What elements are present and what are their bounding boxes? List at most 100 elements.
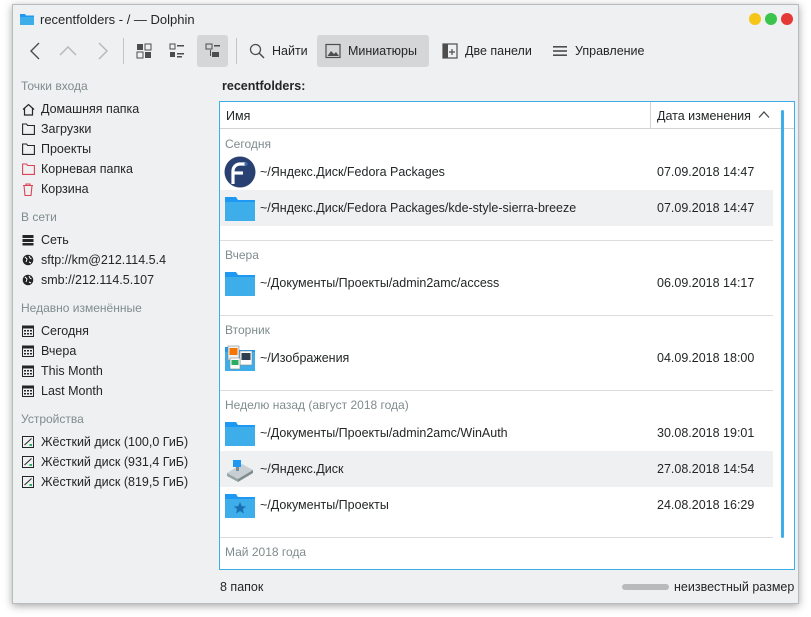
network-section-header: В сети: [21, 210, 57, 224]
calendar-icon: [21, 364, 35, 378]
maximize-button[interactable]: [765, 13, 777, 25]
details-view-button[interactable]: [197, 35, 228, 67]
file-date: 24.08.2018 16:29: [657, 498, 755, 512]
list-item[interactable]: ~/Документы/Проекты 24.08.2018 16:29: [220, 487, 773, 523]
group-divider: [220, 315, 773, 316]
file-name: ~/Яндекс.Диск: [260, 462, 344, 476]
file-view[interactable]: Имя Дата изменения Сегодня ~/Яндекс.Диск…: [219, 101, 795, 570]
vertical-scrollbar[interactable]: [781, 110, 784, 538]
column-date-header[interactable]: Дата изменения: [657, 109, 751, 123]
folder-icon: [225, 197, 255, 221]
list-item[interactable]: ~/Яндекс.Диск/Fedora Packages 07.09.2018…: [220, 154, 773, 190]
place-label: smb://212.114.5.107: [41, 273, 155, 287]
place-last-month[interactable]: Last Month: [21, 381, 211, 401]
place-label: This Month: [41, 364, 103, 378]
size-info: неизвестный размер: [674, 580, 795, 594]
file-date: 07.09.2018 14:47: [657, 165, 755, 179]
list-item[interactable]: ~/Яндекс.Диск 27.08.2018 14:54: [220, 451, 773, 487]
list-item[interactable]: ~/Яндекс.Диск/Fedora Packages/kde-style-…: [220, 190, 773, 226]
place-network[interactable]: Сеть: [21, 230, 211, 250]
place-sftp[interactable]: sftp://km@212.114.5.4: [21, 250, 211, 270]
column-divider[interactable]: [650, 102, 651, 129]
status-bar: 8 папок неизвестный размер: [13, 575, 798, 599]
hamburger-menu-icon: [553, 46, 567, 56]
pictures-folder-icon: [225, 345, 255, 371]
globe-icon: [21, 273, 35, 287]
place-smb[interactable]: smb://212.114.5.107: [21, 270, 211, 290]
toolbar-separator: [123, 38, 124, 64]
drive-icon: [21, 455, 35, 469]
file-date: 27.08.2018 14:54: [657, 462, 755, 476]
sort-ascending-icon[interactable]: [758, 110, 770, 119]
folder-icon: [224, 564, 256, 570]
group-header: Вчера: [225, 248, 259, 262]
place-drive-3[interactable]: Жёсткий диск (819,5 ГиБ): [21, 472, 211, 492]
find-label: Найти: [272, 44, 308, 58]
folder-icon: [225, 272, 255, 296]
place-drive-2[interactable]: Жёсткий диск (931,4 ГиБ): [21, 452, 211, 472]
list-item[interactable]: ~/Изображения 04.09.2018 18:00: [220, 340, 773, 376]
place-label: Жёсткий диск (819,5 ГиБ): [41, 475, 189, 489]
find-button[interactable]: Найти: [244, 35, 312, 67]
recent-section-header: Недавно изменённые: [21, 301, 142, 315]
place-label: Last Month: [41, 384, 103, 398]
column-header: Имя Дата изменения: [220, 102, 794, 129]
folder-icon: [21, 122, 35, 136]
close-button[interactable]: [781, 13, 793, 25]
split-view-button[interactable]: Две панели: [437, 35, 537, 67]
list-item[interactable]: [220, 562, 773, 570]
location-bar[interactable]: recentfolders:: [222, 79, 305, 93]
globe-icon: [21, 253, 35, 267]
window-title: recentfolders - / — Dolphin: [40, 12, 195, 27]
group-header: Вторник: [225, 323, 270, 337]
trash-icon: [21, 182, 35, 196]
preview-button[interactable]: Миниатюры: [317, 35, 429, 67]
place-this-month[interactable]: This Month: [21, 361, 211, 381]
group-divider: [220, 240, 773, 241]
drive-icon: [21, 435, 35, 449]
folder-count: 8 папок: [220, 580, 264, 594]
place-label: Жёсткий диск (100,0 ГиБ): [41, 435, 189, 449]
file-name: ~/Яндекс.Диск/Fedora Packages: [260, 165, 445, 179]
list-item[interactable]: ~/Документы/Проекты/admin2amc/WinAuth 30…: [220, 415, 773, 451]
place-projects[interactable]: Проекты: [21, 139, 211, 159]
place-home[interactable]: Домашняя папка: [21, 99, 211, 119]
icons-view-button[interactable]: [131, 35, 157, 67]
place-drive-1[interactable]: Жёсткий диск (100,0 ГиБ): [21, 432, 211, 452]
title-bar: recentfolders - / — Dolphin: [13, 5, 798, 33]
preview-label: Миниатюры: [348, 44, 417, 58]
place-trash[interactable]: Корзина: [21, 179, 211, 199]
place-label: Сеть: [41, 233, 69, 247]
file-name: ~/Яндекс.Диск/Fedora Packages/kde-style-…: [260, 201, 577, 215]
dolphin-window: recentfolders - / — Dolphin Найти Миниат…: [12, 4, 799, 604]
place-label: Вчера: [41, 344, 77, 358]
split-view-label: Две панели: [465, 44, 532, 58]
column-name-header[interactable]: Имя: [226, 109, 250, 123]
file-name: ~/Документы/Проекты/admin2amc/WinAuth: [260, 426, 508, 440]
arrow-right-icon: [98, 42, 108, 60]
group-divider: [220, 390, 773, 391]
folder-red-icon: [21, 162, 35, 176]
folder-icon: [225, 422, 255, 446]
place-label: Проекты: [41, 142, 92, 156]
compact-view-button[interactable]: [164, 35, 190, 67]
place-downloads[interactable]: Загрузки: [21, 119, 211, 139]
place-root[interactable]: Корневая папка: [21, 159, 211, 179]
file-date: 07.09.2018 14:47: [657, 201, 755, 215]
control-menu-button[interactable]: Управление: [547, 35, 653, 67]
icons-view-icon: [136, 43, 152, 59]
place-yesterday[interactable]: Вчера: [21, 341, 211, 361]
compact-view-icon: [169, 43, 184, 58]
fedora-icon: [224, 156, 256, 188]
place-label: Сегодня: [41, 324, 89, 338]
minimize-button[interactable]: [749, 13, 761, 25]
calendar-icon: [21, 344, 35, 358]
arrow-left-icon: [30, 42, 40, 60]
place-today[interactable]: Сегодня: [21, 321, 211, 341]
file-date: 30.08.2018 19:01: [657, 426, 755, 440]
list-item[interactable]: ~/Документы/Проекты/admin2amc/access 06.…: [220, 265, 773, 301]
home-icon: [21, 102, 35, 116]
up-button[interactable]: [56, 35, 80, 67]
forward-button[interactable]: [91, 35, 115, 67]
back-button[interactable]: [23, 35, 47, 67]
